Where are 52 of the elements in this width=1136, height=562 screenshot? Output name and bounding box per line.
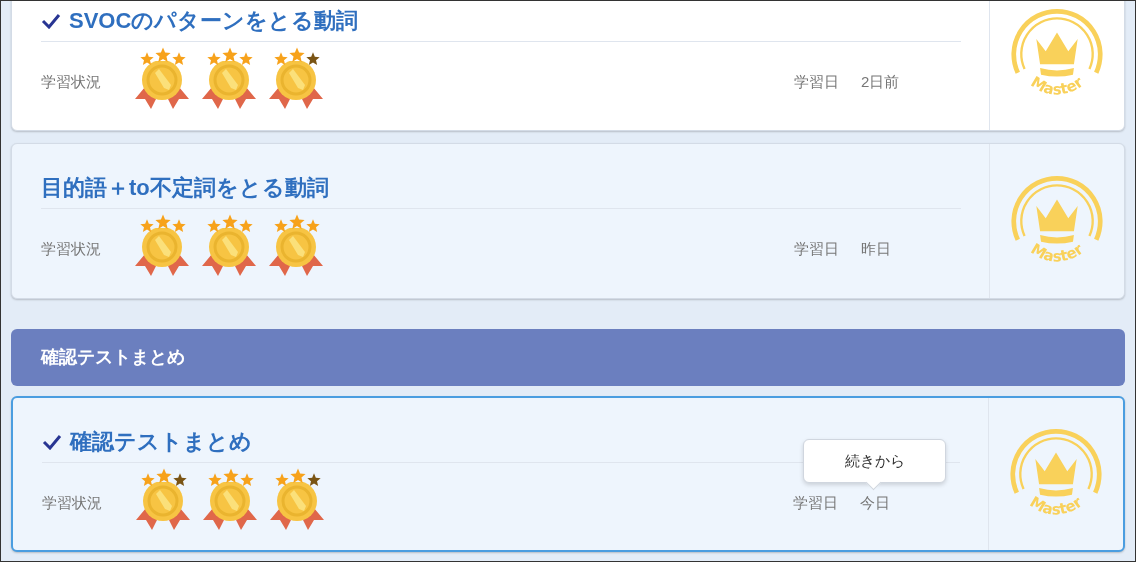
medal-icon <box>133 228 191 276</box>
star-icon <box>275 473 289 487</box>
status-label: 学習状況 <box>42 492 103 513</box>
medal-icon <box>267 61 325 109</box>
star-icon <box>274 219 288 233</box>
star-icon <box>222 47 238 63</box>
date-value: 今日 <box>860 492 891 513</box>
star-icon <box>172 219 186 233</box>
lesson-card[interactable]: 確認テストまとめ 学習状況 学習日 今日 Master 続きから <box>11 396 1125 552</box>
date-label: 学習日 <box>794 71 840 92</box>
star-icon <box>156 468 172 484</box>
star-icon <box>307 473 321 487</box>
medal-icon <box>201 482 259 530</box>
star-icon <box>155 47 171 63</box>
star-icon <box>289 47 305 63</box>
star-icon <box>290 468 306 484</box>
star-icon <box>306 52 320 66</box>
medal-icon <box>267 228 325 276</box>
date-value: 2日前 <box>861 71 901 92</box>
star-icon <box>222 214 238 230</box>
lesson-card[interactable]: SVOCのパターンをとる動詞 学習状況 学習日 2日前 Master <box>11 1 1125 131</box>
star-icon <box>207 219 221 233</box>
star-icon <box>208 473 222 487</box>
star-icon <box>140 52 154 66</box>
date-label: 学習日 <box>794 238 840 259</box>
medal-icon <box>133 61 191 109</box>
star-icon <box>155 214 171 230</box>
star-icon <box>289 214 305 230</box>
star-icon <box>306 219 320 233</box>
medal-icon <box>200 61 258 109</box>
star-icon <box>140 219 154 233</box>
status-label: 学習状況 <box>41 238 102 259</box>
status-label: 学習状況 <box>41 71 102 92</box>
date-label: 学習日 <box>793 492 839 513</box>
star-icon <box>141 473 155 487</box>
lesson-title: 目的語＋to不定詞をとる動詞 <box>41 174 329 202</box>
lesson-title: 確認テストまとめ <box>70 428 252 456</box>
star-icon <box>223 468 239 484</box>
medal-icon <box>268 482 326 530</box>
star-icon <box>239 52 253 66</box>
medal-icon <box>134 482 192 530</box>
date-value: 昨日 <box>861 238 892 259</box>
section-title: 確認テストまとめ <box>41 346 185 369</box>
star-icon <box>207 52 221 66</box>
star-icon <box>172 52 186 66</box>
star-icon <box>274 52 288 66</box>
medal-icon <box>200 228 258 276</box>
lesson-card[interactable]: 目的語＋to不定詞をとる動詞 学習状況 学習日 昨日 Master <box>11 143 1125 299</box>
star-icon <box>240 473 254 487</box>
lesson-title: SVOCのパターンをとる動詞 <box>69 7 359 35</box>
star-icon <box>173 473 187 487</box>
star-icon <box>239 219 253 233</box>
